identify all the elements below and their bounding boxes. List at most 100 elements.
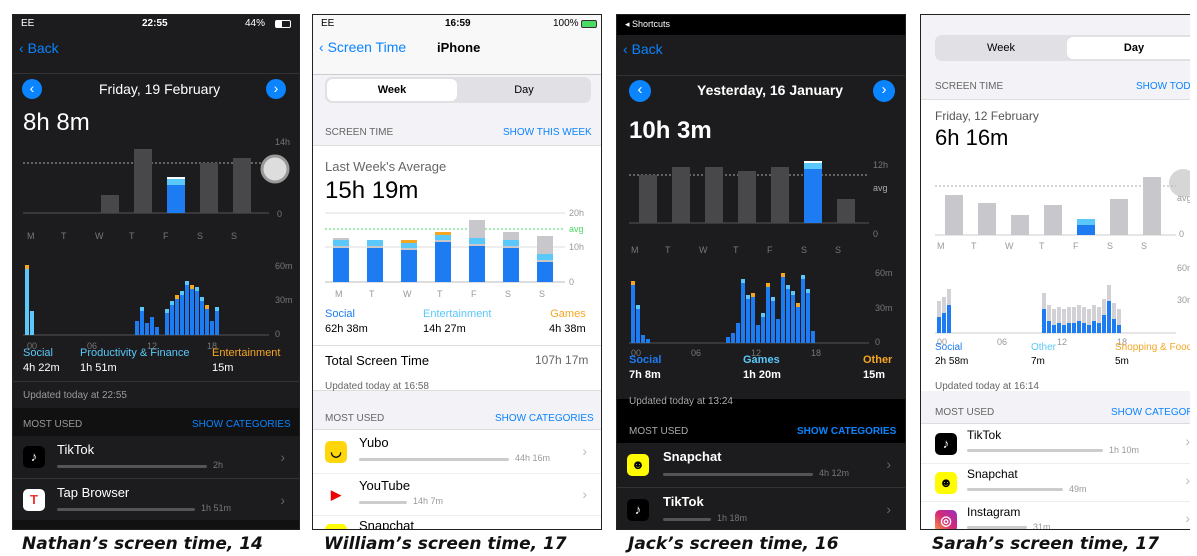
hour-bar-bg [1052,309,1056,325]
hour-bar [776,319,780,343]
show-categories-button[interactable]: SHOW CATEGORIES [495,413,594,424]
hour-bar-bg [937,301,941,317]
next-day-button[interactable]: › [266,79,286,99]
weekday-label: T [733,245,739,255]
caption-william: William’s screen time, 17 [324,534,567,554]
hour-bar-segment [140,307,144,311]
hour-bar [1062,325,1066,333]
hour-bar [811,331,815,343]
hour-bar [1047,321,1051,333]
show-this-week-button[interactable]: SHOW THIS WEEK [503,127,592,138]
carrier: EE [21,18,35,29]
show-categories-button[interactable]: SHOW CATEGORIES [797,426,896,437]
hour-bar-segment [175,295,179,299]
hour-bar-bg [1092,305,1096,321]
week-bar [771,167,789,223]
app-time: 1h 18m [717,513,748,523]
clock: 16:59 [445,18,471,29]
segment-day[interactable]: Day [459,79,589,101]
app-row-tiktok[interactable]: ♪ TikTok 2h › [13,436,299,478]
hour-bar [646,339,650,343]
hour-bar [140,307,144,335]
weekday-label: S [835,245,841,255]
week-bar-entertainment [503,240,519,246]
segment-day[interactable]: Day [1067,37,1190,59]
hour-bar-segment [741,279,745,283]
most-used-label: MOST USED [325,413,385,424]
app-row-snapchat[interactable]: ☻ Snapchat 49m › [921,463,1190,499]
app-row-tap-browser[interactable]: T Tap Browser 1h 51m › [13,478,299,520]
show-today-button[interactable]: SHOW TODAY [1136,81,1190,92]
app-row-tiktok[interactable]: ♪ TikTok 1h 18m › [617,487,905,529]
weekday-label: S [505,289,511,299]
next-day-button[interactable]: › [873,80,895,102]
chevron-right-icon: › [280,492,285,508]
week-bar [672,167,690,223]
app-row-snapchat[interactable]: ☻ Snapchat 4h 12m › [617,443,905,487]
week-bar-games [435,232,451,235]
week-bar [1110,199,1128,235]
tick-avg: avg [569,224,584,234]
tap-browser-icon: T [23,489,45,511]
weekday-label: M [27,231,35,241]
week-bar-games [401,240,417,243]
hour-bar-segment [205,305,209,309]
back-button[interactable]: ‹ Screen Time [319,39,406,55]
category-social: Social 62h 38m [325,308,368,335]
snapchat-icon: ☻ [935,472,957,494]
hour-bar-bg [1097,307,1101,323]
prev-day-button[interactable]: ‹ [22,79,42,99]
chevron-right-icon: › [1185,510,1190,526]
updated-text: Updated today at 16:58 [325,381,429,392]
hour-bar-segment [170,301,174,305]
updated-text: Updated today at 13:24 [629,396,733,407]
app-row-tiktok[interactable]: ♪ TikTok 1h 10m › [921,425,1190,461]
usage-charts: avg 0 MTWTFSS 60m 30m 00 06 12 18 [935,169,1190,347]
chevron-right-icon: › [582,486,587,502]
back-to-shortcuts-link[interactable]: ◂ Shortcuts [625,19,670,30]
hour-bar-bg [1067,307,1071,323]
app-name: Snapchat [359,518,414,530]
app-row-snapchat[interactable]: ☻ Snapchat [313,515,601,530]
show-categories-button[interactable]: SHOW CATEGORIES [192,419,291,430]
hour-bar [947,305,951,333]
app-row-instagram[interactable]: ◎ Instagram 31m › [921,501,1190,530]
battery-icon [275,20,291,28]
weekday-label: T [61,231,67,241]
tick-20h: 20h [569,208,584,218]
app-time: 31m [1033,522,1051,530]
segment-week[interactable]: Week [327,79,457,101]
date-label: Friday, 12 February [935,109,1039,123]
hour-bar [781,273,785,343]
week-bar-social [333,248,349,282]
hour-bar-segment [761,313,765,317]
hour-tick-60: 60m [1177,263,1190,273]
app-row-yubo[interactable]: ◡ Yubo 44h 16m › [313,431,601,473]
prev-day-button[interactable]: ‹ [629,80,651,102]
week-bar-entertainment [333,240,349,246]
segment-week[interactable]: Week [937,37,1065,59]
hour-bar-segment [746,295,750,299]
weekday-label: S [197,231,203,241]
week-bar [233,158,251,213]
back-button[interactable]: ‹ Back [623,41,663,57]
week-bar-social [435,242,451,282]
hour-tick-0: 0 [275,329,280,339]
usage-bar [57,465,207,468]
app-row-youtube[interactable]: ▶ YouTube 14h 7m › [313,473,601,515]
clock: 22:55 [142,18,168,29]
week-bar-segment [804,161,822,163]
week-bar-social [537,262,553,282]
hour-bar [1112,319,1116,333]
assistive-touch-button[interactable] [260,154,290,184]
back-button[interactable]: ‹ Back [19,40,59,56]
app-name: Snapchat [663,449,722,464]
app-time: 1h 51m [201,503,232,513]
section-label: SCREEN TIME [935,81,1004,92]
battery-icon [581,20,597,28]
week-bar [1011,215,1029,235]
week-bar [134,149,152,213]
hour-bar-segment [766,283,770,287]
show-categories-button[interactable]: SHOW CATEGORIES [1111,407,1190,418]
caption-sarah: Sarah’s screen time, 17 [932,534,1160,554]
